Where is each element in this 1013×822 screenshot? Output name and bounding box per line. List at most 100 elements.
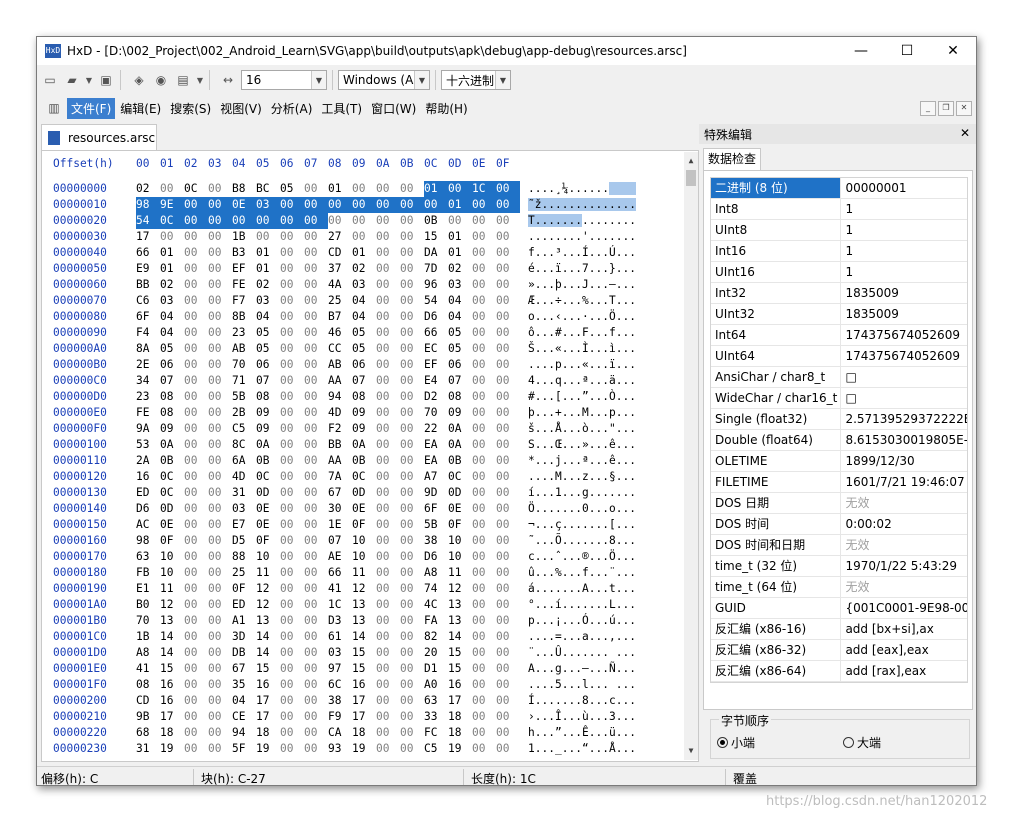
row-ascii[interactable]: °...í.......L... — [528, 597, 636, 613]
inspector-value[interactable]: 8.6153030019805E-31 — [841, 430, 967, 450]
menu-file[interactable]: 文件(F) — [67, 97, 116, 119]
row-ascii[interactable]: ¬...ç.......[... — [528, 517, 636, 533]
scroll-thumb[interactable] — [686, 170, 696, 186]
dropdown-arrow-icon[interactable]: ▼ — [85, 71, 93, 89]
hex-row[interactable]: 00000170 63 10 00 00 88 10 00 00 AE 10 00 00 D6 10 00 00… — [42, 549, 682, 565]
hex-row[interactable]: 00000100 53 0A 00 00 8C 0A 00 00 BB 0A 00 00 EA 0A 00 00… — [42, 437, 682, 453]
row-ascii[interactable]: 1..._...“...Å... — [528, 741, 636, 757]
save-icon[interactable]: ▣ — [97, 71, 115, 89]
hex-row[interactable]: 00000200 CD 16 00 00 04 17 00 00 38 17 00 00 63 17 00 00… — [42, 693, 682, 709]
row-ascii[interactable]: f...³...Í...Ú... — [528, 245, 636, 261]
inspector-value[interactable]: 1835009 — [841, 304, 967, 324]
row-ascii[interactable]: *...j...ª...ê... — [528, 453, 636, 469]
row-ascii[interactable]: ô...#...F...f... — [528, 325, 636, 341]
row-ascii[interactable]: Š...«...Ì...ì... — [528, 341, 636, 357]
hex-row[interactable]: 000000F0 9A 09 00 00 C5 09 00 00 F2 09 00 00 22 0A 00 00… — [42, 421, 682, 437]
inspector-value[interactable]: 0:00:02 — [841, 514, 967, 534]
inspector-row[interactable]: UInt64 174375674052609 — [711, 346, 967, 367]
inspector-value[interactable]: □ — [841, 388, 967, 408]
row-ascii[interactable]: ˜ž.............. — [528, 197, 636, 213]
hex-row[interactable]: 00000230 31 19 00 00 5F 19 00 00 93 19 00 00 C5 19 00 00… — [42, 741, 682, 757]
row-ascii[interactable]: o...‹...·...Ö... — [528, 309, 636, 325]
inspector-value[interactable]: □ — [841, 367, 967, 387]
inspector-row[interactable]: Single (float32)2.57139529372222E-3 — [711, 409, 967, 430]
row-bytes[interactable]: CD 16 00 00 04 17 00 00 38 17 00 00 63 17 00 00 — [136, 693, 520, 709]
inspector-row[interactable]: UInt8 1 — [711, 220, 967, 241]
row-ascii[interactable]: ....M...z...§... — [528, 469, 636, 485]
inspector-row[interactable]: DOS 日期 无效 — [711, 493, 967, 514]
hex-row[interactable]: 00000210 9B 17 00 00 CE 17 00 00 F9 17 00 00 33 18 00 00… — [42, 709, 682, 725]
hex-row[interactable]: 00000130 ED 0C 00 00 31 0D 00 00 67 0D 00 00 9D 0D 00 00… — [42, 485, 682, 501]
bytes-per-row-select[interactable]: 16 ▼ — [241, 70, 327, 90]
hex-row[interactable]: 00000140 D6 0D 00 00 03 0E 00 00 30 0E 00 00 6F 0E 00 00… — [42, 501, 682, 517]
row-ascii[interactable]: Í.......8...c... — [528, 693, 636, 709]
row-ascii[interactable]: A...g...—...Ñ... — [528, 661, 636, 677]
panel-close-icon[interactable]: ✕ — [960, 126, 970, 140]
scroll-down-icon[interactable]: ▼ — [684, 744, 698, 758]
inspector-value[interactable]: 1835009 — [841, 283, 967, 303]
row-ascii[interactable]: Æ...÷...%...T... — [528, 293, 636, 309]
inspector-row[interactable]: Double (float64)8.6153030019805E-31 — [711, 430, 967, 451]
inspector-value[interactable]: 1970/1/22 5:43:29 — [841, 556, 967, 576]
row-bytes[interactable]: 8A 05 00 00 AB 05 00 00 CC 05 00 00 EC 05 00 00 — [136, 341, 520, 357]
chevron-down-icon[interactable]: ▼ — [414, 71, 429, 89]
row-bytes[interactable]: 02 00 0C 00 B8 BC 05 00 01 00 00 00 01 00 1C 00 — [136, 181, 520, 197]
hex-row[interactable]: 000001D0 A8 14 00 00 DB 14 00 00 03 15 00 00 20 15 00 00… — [42, 645, 682, 661]
inspector-row[interactable]: UInt16 1 — [711, 262, 967, 283]
row-bytes[interactable]: 2A 0B 00 00 6A 0B 00 00 AA 0B 00 00 EA 0B 00 00 — [136, 453, 520, 469]
row-bytes[interactable]: E1 11 00 00 0F 12 00 00 41 12 00 00 74 12 00 00 — [136, 581, 520, 597]
inspector-row[interactable]: UInt32 1835009 — [711, 304, 967, 325]
row-bytes[interactable]: 16 0C 00 00 4D 0C 00 00 7A 0C 00 00 A7 0C 00 00 — [136, 469, 520, 485]
menu-help[interactable]: 帮助(H) — [421, 98, 471, 119]
hex-row[interactable]: 00000040 66 01 00 00 B3 01 00 00 CD 01 00 00 DA 01 00 00… — [42, 245, 682, 261]
row-ascii[interactable]: û...%...f...¨... — [528, 565, 636, 581]
menu-analysis[interactable]: 分析(A) — [267, 98, 317, 119]
row-bytes[interactable]: FB 10 00 00 25 11 00 00 66 11 00 00 A8 11 00 00 — [136, 565, 520, 581]
row-bytes[interactable]: 98 0F 00 00 D5 0F 00 00 07 10 00 00 38 10 00 00 — [136, 533, 520, 549]
row-ascii[interactable]: S...Œ...»...ê... — [528, 437, 636, 453]
row-bytes[interactable]: 9A 09 00 00 C5 09 00 00 F2 09 00 00 22 0A 00 00 — [136, 421, 520, 437]
inspector-row[interactable]: GUID{001C0001-9E98-0000 — [711, 598, 967, 619]
inspector-row[interactable]: 反汇编 (x86-64) add [rax],eax — [711, 661, 967, 682]
row-ascii[interactable]: á.......A...t... — [528, 581, 636, 597]
row-ascii[interactable]: þ...+...M...p... — [528, 405, 636, 421]
row-ascii[interactable]: ....¸¼...... — [528, 181, 636, 197]
chevron-down-icon[interactable]: ▼ — [495, 71, 510, 89]
row-bytes[interactable]: 34 07 00 00 71 07 00 00 AA 07 00 00 E4 07 00 00 — [136, 373, 520, 389]
row-bytes[interactable]: AC 0E 00 00 E7 0E 00 00 1E 0F 00 00 5B 0F 00 00 — [136, 517, 520, 533]
hex-row[interactable]: 00000030 17 00 00 00 1B 00 00 00 27 00 00 00 15 01 00 00… — [42, 229, 682, 245]
row-bytes[interactable]: 08 16 00 00 35 16 00 00 6C 16 00 00 A0 16 00 00 — [136, 677, 520, 693]
row-bytes[interactable]: 2E 06 00 00 70 06 00 00 AB 06 00 00 EF 06 00 00 — [136, 357, 520, 373]
menu-search[interactable]: 搜索(S) — [166, 98, 215, 119]
hex-row[interactable]: 000000B0 2E 06 00 00 70 06 00 00 AB 06 00 00 EF 06 00 00… — [42, 357, 682, 373]
open-folder-icon[interactable]: ▰ — [63, 71, 81, 89]
inspector-value[interactable]: 1 — [841, 241, 967, 261]
new-file-icon[interactable]: ▭ — [41, 71, 59, 89]
row-bytes[interactable]: FE 08 00 00 2B 09 00 00 4D 09 00 00 70 09 00 00 — [136, 405, 520, 421]
row-ascii[interactable]: 4...q...ª...ä... — [528, 373, 636, 389]
row-ascii[interactable]: ¨...Û....... ... — [528, 645, 636, 661]
export-icon[interactable]: ▤ — [174, 71, 192, 89]
row-ascii[interactable]: Ö.......0...o... — [528, 501, 636, 517]
scroll-up-icon[interactable]: ▲ — [684, 154, 698, 168]
row-ascii[interactable]: p...¡...Ó...ú... — [528, 613, 636, 629]
row-bytes[interactable]: 1B 14 00 00 3D 14 00 00 61 14 00 00 82 14 00 00 — [136, 629, 520, 645]
row-ascii[interactable]: ....5...l... ... — [528, 677, 636, 693]
menu-window[interactable]: 窗口(W) — [367, 98, 420, 119]
hex-row[interactable]: 00000190 E1 11 00 00 0F 12 00 00 41 12 00 00 74 12 00 00… — [42, 581, 682, 597]
inspector-row[interactable]: Int64 174375674052609 — [711, 325, 967, 346]
row-ascii[interactable]: é...ï...7...}... — [528, 261, 636, 277]
inspector-row[interactable]: 二进制 (8 位) 00000001 — [711, 178, 967, 199]
hex-editor[interactable]: Offset(h) 00 01 02 03 04 05 06 07 08 09 0A 0B 0C 0D 0E… — [41, 150, 699, 762]
inspector-value[interactable]: 1601/7/21 19:46:07 — [841, 472, 967, 492]
row-bytes[interactable]: 23 08 00 00 5B 08 00 00 94 08 00 00 D2 08 00 00 — [136, 389, 520, 405]
inspector-value[interactable]: 无效 — [841, 535, 967, 555]
row-bytes[interactable]: 41 15 00 00 67 15 00 00 97 15 00 00 D1 15 00 00 — [136, 661, 520, 677]
hex-row[interactable]: 00000180 FB 10 00 00 25 11 00 00 66 11 00 00 A8 11 00 00… — [42, 565, 682, 581]
hex-row[interactable]: 00000010 98 9E 00 00 0E 03 00 00 00 00 00 00 00 01 00 00… — [42, 197, 682, 213]
inspector-row[interactable]: 反汇编 (x86-16) add [bx+si],ax — [711, 619, 967, 640]
hex-row[interactable]: 000001E0 41 15 00 00 67 15 00 00 97 15 00 00 D1 15 00 00… — [42, 661, 682, 677]
inspector-row[interactable]: 反汇编 (x86-32) add [eax],eax — [711, 640, 967, 661]
menu-edit[interactable]: 编辑(E) — [116, 98, 165, 119]
row-bytes[interactable]: 98 9E 00 00 0E 03 00 00 00 00 00 00 00 01 00 00 — [136, 197, 520, 213]
